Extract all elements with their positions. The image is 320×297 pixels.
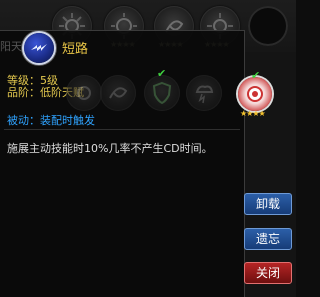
talent-slot-8[interactable]	[186, 75, 222, 111]
lightning-icon	[31, 44, 47, 51]
talent-slot-7[interactable]	[144, 75, 180, 111]
passive-row: 被动：装配时触发	[7, 112, 95, 128]
rank-label: 品阶：	[7, 86, 40, 99]
unequip-button[interactable]: 卸载	[244, 193, 292, 215]
skill-description: 施展主动技能时10%几率不产生CD时间。	[7, 142, 213, 155]
skill-tooltip: 阳天赋 短路 等级：5级 品阶：低阶天赋 ✔ ✔ ★★★★ 被动：装配时触发 施…	[0, 30, 272, 297]
coil-icon	[109, 87, 128, 99]
passive-label: 被动：	[7, 114, 40, 127]
equipped-check-icon: ✔	[157, 67, 167, 80]
talent-slot-6[interactable]	[100, 75, 136, 111]
divider	[4, 129, 240, 130]
sunburst-icon	[77, 86, 91, 100]
equipped-check-icon: ✔	[251, 69, 261, 82]
talent-window: ★★★★ ★★★★ ★★★★ 阳天赋 短路 等级：5级 品阶：低阶天赋 ✔	[0, 0, 296, 297]
talent-slot-5[interactable]	[66, 75, 102, 111]
forget-button[interactable]: 遗忘	[244, 228, 292, 250]
star-rating: ★★★★	[240, 109, 266, 118]
talent-slot-empty[interactable]	[248, 6, 288, 46]
passive-value: 装配时触发	[40, 114, 95, 127]
skill-name: 短路	[62, 42, 89, 57]
storm-icon	[195, 85, 214, 104]
shield-icon	[152, 81, 172, 105]
skill-icon	[24, 33, 54, 63]
talent-slot-selected[interactable]	[238, 77, 272, 111]
gear-icon	[247, 86, 263, 102]
close-button[interactable]: 关闭	[244, 262, 292, 284]
